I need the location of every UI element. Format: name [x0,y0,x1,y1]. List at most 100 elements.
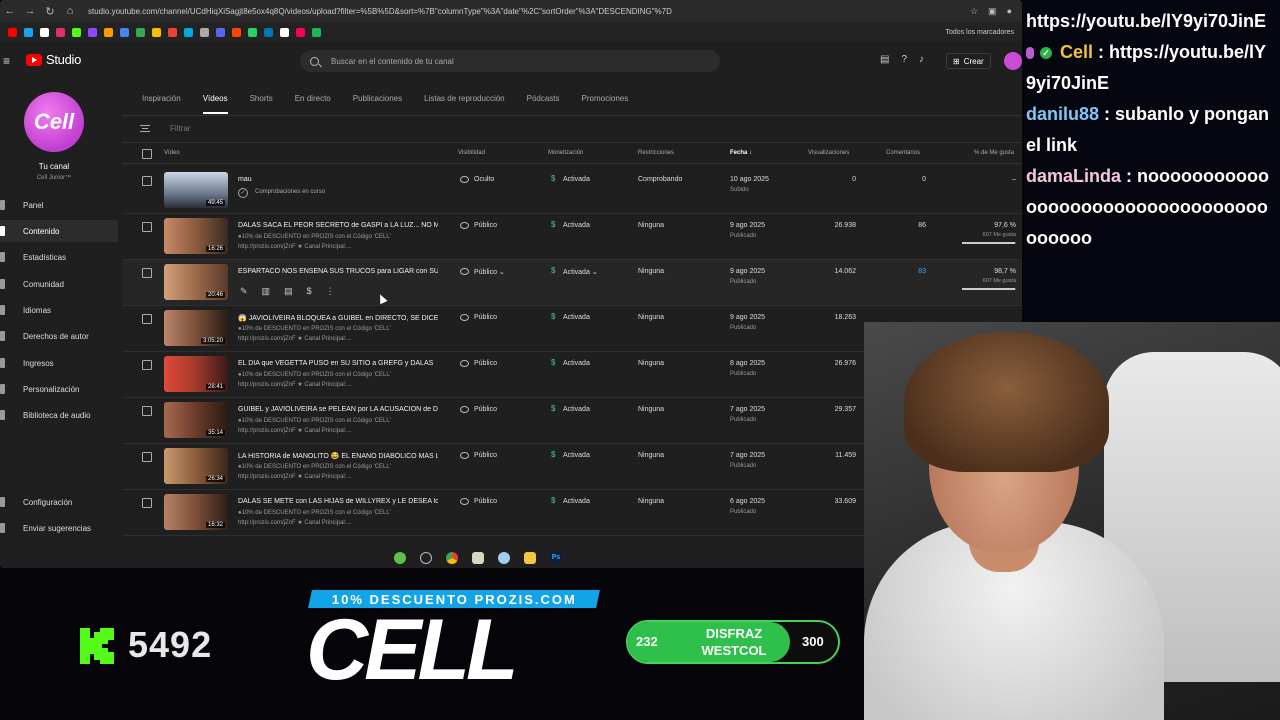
bookmark-icon[interactable] [216,27,225,37]
column-views[interactable]: Visualizaciones [808,150,849,156]
bookmark-icon[interactable] [120,27,129,37]
monetization-value[interactable]: Activada [563,360,590,367]
visibility-value[interactable]: Público [474,452,497,459]
sidebar-item-languages[interactable]: Idiomas [0,299,118,321]
bookmark-icon[interactable] [136,27,145,37]
video-thumbnail[interactable]: 26:34 [164,448,228,484]
monetization-icon[interactable]: $ [307,286,312,297]
create-button[interactable]: ⊞ Crear [946,53,991,69]
extension-icon[interactable]: ▣ [988,6,997,17]
video-thumbnail[interactable]: 3:05:20 [164,310,228,346]
table-row[interactable]: 16:26 DALAS SACA EL PEOR SECRETO de GASP… [122,214,1022,260]
row-checkbox[interactable] [142,498,152,508]
row-checkbox[interactable] [142,406,152,416]
bookmark-icon[interactable] [152,27,161,37]
bookmark-icon[interactable] [72,27,81,37]
table-row[interactable]: 20:46 ESPARTACO NOS ENSEÑA SUS TRUCOS pa… [122,260,1022,306]
app-icon[interactable] [498,552,510,564]
bookmark-icon[interactable] [40,27,49,37]
channel-avatar[interactable]: Cell [24,92,84,152]
account-avatar[interactable] [1004,52,1022,70]
monetization-value[interactable]: Activada [563,406,590,413]
more-options-icon[interactable]: ⋮ [326,286,335,297]
studio-logo[interactable]: Studio [46,52,81,67]
video-thumbnail[interactable]: 35:14 [164,402,228,438]
select-all-checkbox[interactable] [142,149,152,159]
sidebar-item-analytics[interactable]: Estadísticas [0,246,118,268]
menu-icon[interactable]: ≡ [3,54,10,68]
column-date[interactable]: Fecha ↓ [730,150,752,156]
monetization-value[interactable]: Activada [563,176,590,183]
visibility-value[interactable]: Público [474,406,497,413]
forward-icon[interactable]: → [20,5,40,17]
bookmark-icon[interactable] [24,27,33,37]
column-likes[interactable]: % de Me gusta [974,150,1014,156]
subtitles-icon[interactable]: ▤ [880,54,889,65]
tab-videos[interactable]: Vídeos [202,80,228,116]
video-title[interactable]: DALAS SE METE con LAS HIJAS de WILLYREX … [238,498,438,505]
tab-inspiration[interactable]: Inspiración [142,80,181,116]
comments-value[interactable]: 86 [874,222,926,229]
bookmark-icon[interactable] [264,27,273,37]
visibility-value[interactable]: Público [474,222,497,229]
app-icon[interactable] [394,552,406,564]
video-title[interactable]: 😱 JAVIOLIVEIRA BLOQUEA a GUIBEL en DIREC… [238,314,438,322]
bookmark-icon[interactable] [88,27,97,37]
notifications-icon[interactable]: ♪ [919,54,924,65]
bookmark-icon[interactable] [56,27,65,37]
tab-playlists[interactable]: Listas de reproducción [424,80,505,116]
sidebar-item-settings[interactable]: Configuración [0,491,118,513]
bookmark-icon[interactable] [280,27,289,37]
home-icon[interactable]: ⌂ [60,5,80,17]
row-checkbox[interactable] [142,360,152,370]
url-input[interactable]: studio.youtube.com/channel/UCdHiqXiSagjt… [88,7,908,16]
bookmark-icon[interactable] [232,27,241,37]
sidebar-item-customization[interactable]: Personalización [0,378,118,400]
video-title[interactable]: LA HISTORIA de MANOLITO 😂 EL ENANO DIABÓ… [238,452,438,460]
search-input[interactable]: Buscar en el contenido de tu canal [331,57,454,66]
reload-icon[interactable]: ↻ [40,5,60,18]
search-bar[interactable]: Buscar en el contenido de tu canal [300,50,720,72]
comments-icon[interactable]: ▤ [284,286,293,297]
bookmark-icon[interactable] [104,27,113,37]
comments-value[interactable]: 83 [874,268,926,275]
bookmark-icon[interactable] [8,27,17,37]
bookmark-icon[interactable] [312,27,321,37]
help-icon[interactable]: ? [901,54,907,65]
tab-promotions[interactable]: Promociones [582,80,629,116]
monetization-value[interactable]: Activada [563,498,590,505]
video-title[interactable]: DALAS SACA EL PEOR SECRETO de GASPI a LA… [238,222,438,229]
app-icon[interactable] [472,552,484,564]
bookmark-icon[interactable] [248,27,257,37]
app-icon[interactable] [420,552,432,564]
analytics-icon[interactable]: ▥ [262,286,271,297]
monetization-value[interactable]: Activada [563,222,590,229]
video-thumbnail[interactable]: 49:45 [164,172,228,208]
bookmark-icon[interactable] [296,27,305,37]
visibility-value[interactable]: Oculto [474,176,494,183]
row-checkbox[interactable] [142,268,152,278]
filter-input[interactable]: Filtrar [170,124,190,133]
bookmark-icon[interactable] [184,27,193,37]
visibility-dropdown[interactable]: Público ⌄ [474,268,505,276]
row-checkbox[interactable] [142,452,152,462]
video-title[interactable]: mau [238,176,438,183]
filter-bar[interactable]: Filtrar [140,120,190,136]
sidebar-item-earn[interactable]: Ingresos [0,352,118,374]
folder-icon[interactable] [524,552,536,564]
sidebar-item-copyright[interactable]: Derechos de autor [0,325,118,347]
sidebar-item-feedback[interactable]: Enviar sugerencias [0,517,118,539]
tab-posts[interactable]: Publicaciones [353,80,402,116]
video-thumbnail[interactable]: 16:26 [164,218,228,254]
profile-icon[interactable]: ● [1007,6,1012,17]
video-thumbnail[interactable]: 28:41 [164,356,228,392]
monetization-value[interactable]: Activada [563,314,590,321]
sidebar-item-content[interactable]: Contenido [0,220,118,242]
all-bookmarks-link[interactable]: Todos los marcadores [946,29,1014,36]
visibility-value[interactable]: Público [474,498,497,505]
bookmark-icon[interactable] [168,27,177,37]
photoshop-icon[interactable]: Ps [550,552,562,564]
sidebar-item-panel[interactable]: Panel [0,194,118,216]
edit-icon[interactable]: ✎ [240,286,248,297]
back-icon[interactable]: ← [0,5,20,17]
